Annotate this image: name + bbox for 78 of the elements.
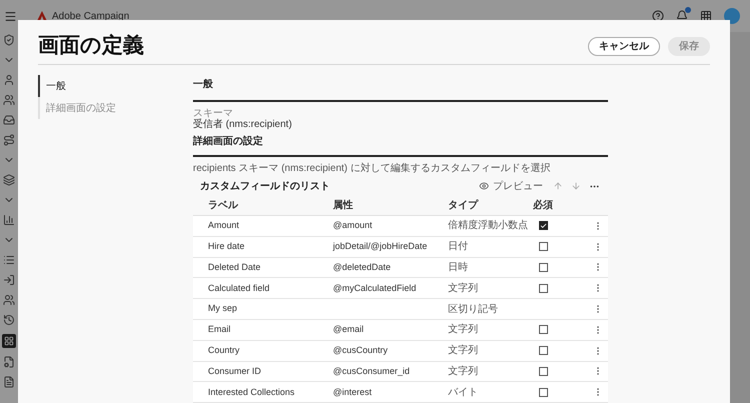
table-row[interactable]: My sep 区切り記号 [193, 299, 608, 320]
layers-icon[interactable] [3, 174, 15, 186]
field-label: スキーマ [193, 108, 234, 119]
table-cell-text: Country [207, 344, 241, 357]
eye-icon [479, 181, 489, 191]
table-cell-text: 文字列 [448, 282, 479, 296]
avatar[interactable] [724, 8, 740, 24]
history-icon[interactable] [3, 314, 15, 326]
bell-icon[interactable] [676, 10, 688, 22]
users-icon[interactable] [3, 94, 15, 106]
bar-chart-icon[interactable] [3, 214, 15, 226]
section-heading: 一般 [193, 78, 214, 92]
table-cell-text: @interest [333, 386, 372, 399]
section-heading: 詳細画面の設定 [193, 134, 264, 149]
table-cell-text: Interested Collections [207, 386, 296, 399]
checkbox[interactable] [539, 284, 548, 293]
table-cell-text: 日付 [448, 240, 469, 254]
nav-item[interactable]: 一般 [38, 75, 193, 97]
help-icon[interactable] [652, 10, 664, 22]
list-title: カスタムフィールドのリスト [200, 180, 330, 194]
checkbox[interactable] [539, 325, 548, 334]
dialog-title: 画面の定義 [38, 32, 144, 60]
checkbox[interactable] [539, 242, 548, 252]
apps-icon[interactable] [700, 10, 712, 22]
table-cell-text: バイト [448, 386, 479, 400]
checkbox[interactable] [539, 221, 548, 230]
column-header: タイプ [448, 198, 480, 213]
table-cell-text: @amount [333, 219, 372, 232]
table-cell-text: @cusCountry [333, 344, 388, 357]
table-row[interactable]: Interested Collections @interest バイト [193, 382, 608, 403]
table-cell-text: Deleted Date [207, 260, 262, 274]
table-cell-text: @deletedDate [333, 260, 391, 274]
table-row[interactable]: Country @cusCountry 文字列 [193, 340, 608, 362]
document-icon[interactable] [3, 376, 15, 388]
column-header: 必須 [533, 198, 554, 213]
table-cell-text: jobDetail/@jobHireDate [333, 240, 428, 253]
app-title: Adobe Campaign [52, 10, 130, 24]
table-cell-text: 倍精度浮動小数点 [448, 218, 529, 234]
file-settings-icon[interactable] [3, 356, 15, 368]
checkbox[interactable] [539, 262, 548, 272]
menu-icon[interactable] [4, 10, 17, 22]
table-cell-text: My sep [207, 302, 238, 316]
table-row[interactable]: Hire date jobDetail/@jobHireDate 日付 [193, 236, 608, 258]
table-cell-text: @myCalculatedField [333, 282, 416, 295]
table-cell-text: Hire date [207, 240, 246, 253]
table-row[interactable]: Deleted Date @deletedDate 日時 [193, 258, 608, 278]
table-cell-text: Amount [207, 219, 240, 232]
table-cell-text: @email [333, 323, 364, 336]
table-cell-text: 文字列 [448, 344, 479, 358]
table-row[interactable]: Amount @amount 倍精度浮動小数点 [193, 216, 608, 237]
route-icon[interactable] [3, 134, 15, 146]
table-cell-text: 文字列 [448, 364, 479, 379]
table-row[interactable]: Calculated field @myCalculatedField 文字列 [193, 278, 608, 300]
login-icon[interactable] [3, 274, 15, 286]
inbox-icon[interactable] [3, 114, 15, 126]
checkbox[interactable] [539, 346, 548, 356]
user-icon[interactable] [3, 74, 15, 86]
table-cell-text: Email [207, 323, 232, 336]
table-cell-text: @cusConsumer_id [333, 364, 410, 378]
field-value: 受信者 (nms:recipient) [193, 119, 293, 130]
checkbox[interactable] [539, 388, 548, 397]
column-header: 属性 [333, 198, 354, 213]
description: recipients スキーマ (nms:recipient) に対して編集するカスタムフィールドを選択 [193, 162, 552, 176]
users-icon[interactable] [3, 294, 15, 306]
table-row[interactable]: Email @email 文字列 [193, 320, 608, 341]
checkbox[interactable] [539, 366, 548, 376]
shield-icon[interactable] [3, 34, 15, 46]
active-rail-item[interactable] [2, 334, 16, 348]
table-cell-text: Consumer ID [207, 364, 262, 378]
cancel-button[interactable]: キャンセル [588, 36, 660, 56]
table-row[interactable]: Consumer ID @cusConsumer_id 文字列 [193, 362, 608, 382]
table-cell-text: 区切り記号 [448, 302, 499, 317]
column-header: ラベル [207, 199, 240, 213]
table-cell-text: Calculated field [207, 282, 271, 295]
grid-icon [4, 336, 14, 346]
table-cell-text: 文字列 [448, 322, 479, 338]
table-cell-text: 日時 [448, 260, 469, 275]
preview-button[interactable]: プレビュー [479, 178, 543, 194]
